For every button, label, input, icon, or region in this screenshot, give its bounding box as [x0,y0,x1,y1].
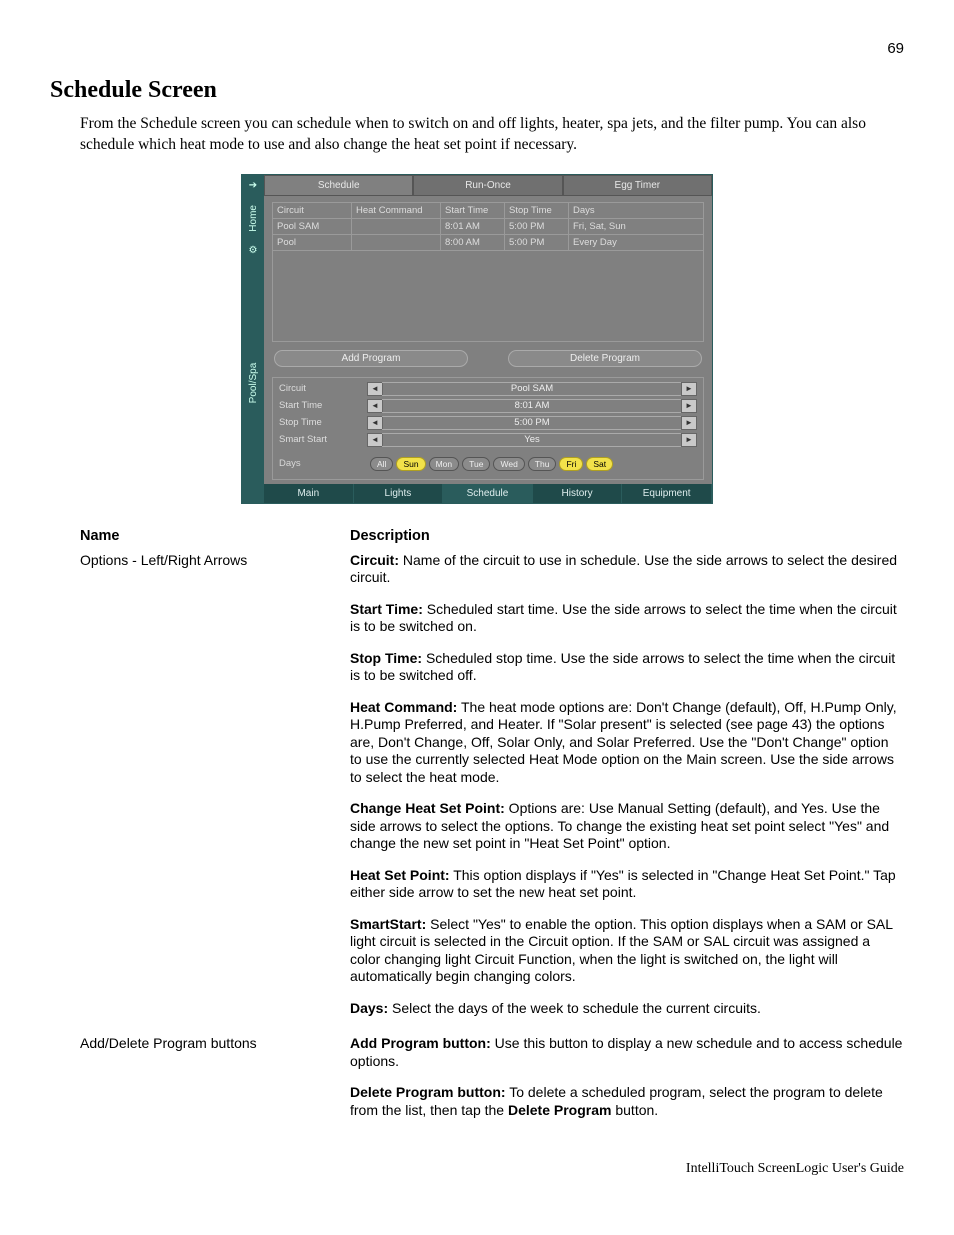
col-days: Days [569,202,704,218]
day-fri[interactable]: Fri [559,457,583,471]
tab-runonce[interactable]: Run-Once [413,175,562,196]
description-table: Name Description Options - Left/Right Ar… [50,528,904,1134]
right-arrow-icon[interactable]: ► [681,433,697,447]
arrow-icon[interactable]: ➔ [245,178,261,194]
row-name: Options - Left/Right Arrows [50,552,350,1032]
footer-text: IntelliTouch ScreenLogic User's Guide [50,1161,904,1177]
option-start: Start Time ◄ 8:01 AM ► [279,399,697,413]
side-tab-poolspa[interactable]: Pool/Spa [248,262,259,503]
tab-lights[interactable]: Lights [354,484,444,503]
schedule-grid[interactable]: Circuit Heat Command Start Time Stop Tim… [272,202,704,251]
option-circuit: Circuit ◄ Pool SAM ► [279,382,697,396]
table-row[interactable]: Pool 8:00 AM 5:00 PM Every Day [273,234,704,250]
days-row: Days AllSunMonTueWedThuFriSat [279,457,697,471]
day-wed[interactable]: Wed [493,457,524,471]
col-circuit: Circuit [273,202,352,218]
day-sat[interactable]: Sat [586,457,613,471]
option-stop: Stop Time ◄ 5:00 PM ► [279,416,697,430]
right-arrow-icon[interactable]: ► [681,399,697,413]
day-all[interactable]: All [370,457,393,471]
add-program-button[interactable]: Add Program [274,350,468,367]
row-description: Add Program button: Use this button to d… [350,1035,904,1133]
right-arrow-icon[interactable]: ► [681,382,697,396]
table-row[interactable]: Pool SAM 8:01 AM 5:00 PM Fri, Sat, Sun [273,218,704,234]
grid-empty [272,251,704,342]
bottom-tabs: Main Lights Schedule History Equipment [264,484,712,503]
options-panel: Circuit ◄ Pool SAM ► Start Time ◄ 8:01 A… [272,377,704,480]
app-screenshot: ➔ Home ⚙ Pool/Spa Schedule Run-Once Egg … [241,174,713,504]
tab-schedule-bottom[interactable]: Schedule [443,484,533,503]
settings-icon[interactable]: ⚙ [245,243,261,259]
intro-text: From the Schedule screen you can schedul… [80,114,904,156]
left-rail: ➔ Home ⚙ Pool/Spa [242,175,264,503]
page-title: Schedule Screen [50,77,904,104]
tab-equipment[interactable]: Equipment [622,484,712,503]
day-mon[interactable]: Mon [429,457,460,471]
left-arrow-icon[interactable]: ◄ [367,382,383,396]
row-name: Add/Delete Program buttons [50,1035,350,1133]
option-smartstart: Smart Start ◄ Yes ► [279,433,697,447]
tab-schedule[interactable]: Schedule [264,175,413,196]
day-sun[interactable]: Sun [396,457,425,471]
top-tabs: Schedule Run-Once Egg Timer [264,175,712,196]
left-arrow-icon[interactable]: ◄ [367,416,383,430]
side-tab-home[interactable]: Home [248,197,259,240]
header-description: Description [350,528,904,544]
day-tue[interactable]: Tue [462,457,490,471]
col-start: Start Time [441,202,505,218]
col-heat: Heat Command [352,202,441,218]
col-stop: Stop Time [505,202,569,218]
row-description: Circuit: Name of the circuit to use in s… [350,552,904,1032]
page-number: 69 [50,40,904,57]
delete-program-button[interactable]: Delete Program [508,350,702,367]
day-thu[interactable]: Thu [528,457,557,471]
tab-history[interactable]: History [533,484,623,503]
right-arrow-icon[interactable]: ► [681,416,697,430]
header-name: Name [50,528,350,544]
left-arrow-icon[interactable]: ◄ [367,399,383,413]
tab-main[interactable]: Main [264,484,354,503]
left-arrow-icon[interactable]: ◄ [367,433,383,447]
tab-eggtimer[interactable]: Egg Timer [563,175,712,196]
